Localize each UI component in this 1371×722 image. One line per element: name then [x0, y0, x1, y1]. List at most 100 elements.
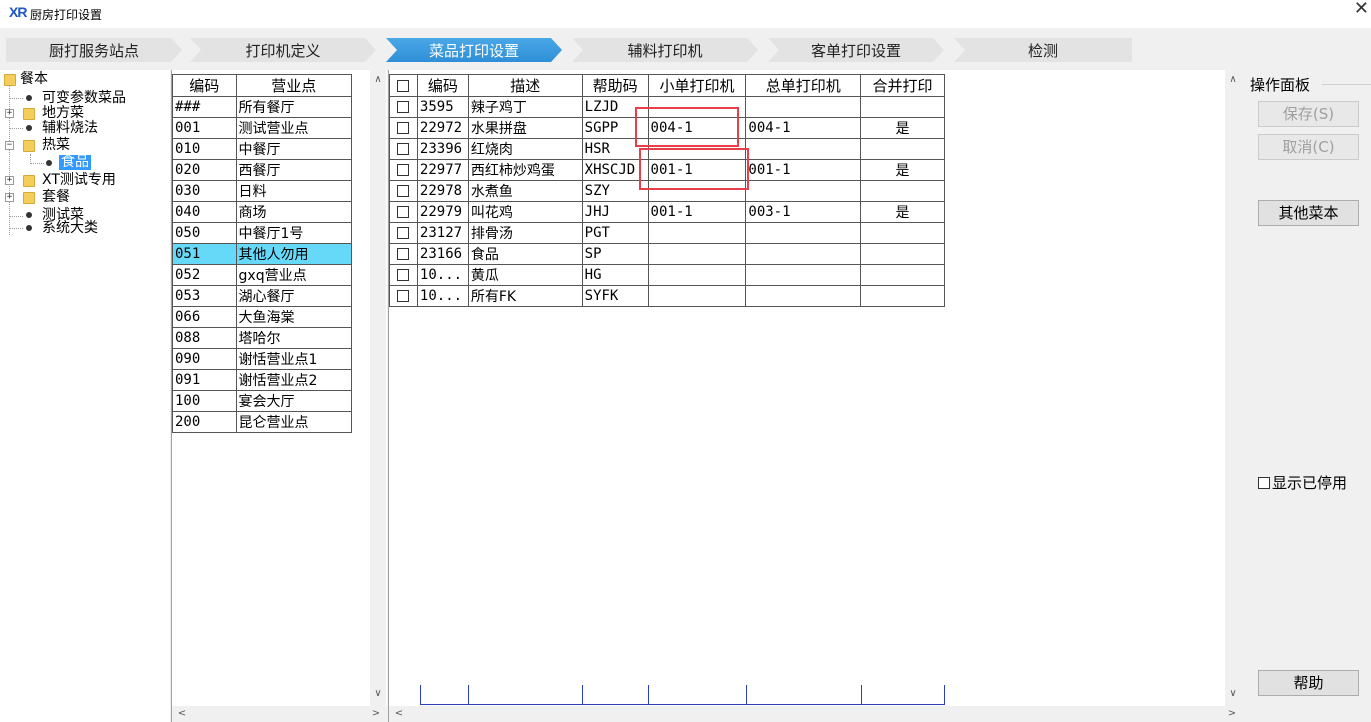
total-bill-printer-cell[interactable]: 004-1 — [745, 117, 862, 139]
row-checkbox[interactable] — [389, 117, 418, 139]
merge-print-cell[interactable]: 是 — [860, 159, 945, 181]
table-row[interactable]: 091 谢恬营业点2 — [172, 369, 353, 391]
table-row[interactable]: 10... 所有FK SYFK — [389, 285, 945, 307]
total-bill-printer-cell[interactable] — [745, 138, 862, 160]
table-row[interactable]: 200 昆仑营业点 — [172, 411, 353, 433]
total-bill-printer-cell[interactable] — [745, 243, 862, 265]
table-row[interactable]: ### 所有餐厅 — [172, 96, 353, 118]
small-bill-printer-cell[interactable] — [647, 222, 747, 244]
table-row[interactable]: 23127 排骨汤 PGT — [389, 222, 945, 244]
table-row[interactable]: 030 日料 — [172, 180, 353, 202]
total-bill-printer-cell[interactable] — [745, 264, 862, 286]
select-all-checkbox[interactable] — [389, 74, 418, 97]
total-bill-printer-cell[interactable]: 001-1 — [745, 159, 862, 181]
table-row[interactable]: 10... 黄瓜 HG — [389, 264, 945, 286]
column-header-merge-print[interactable]: 合并打印 — [860, 74, 945, 97]
tree-node-local-cuisine[interactable]: + 地方菜 — [0, 106, 84, 121]
tree-node-food[interactable]: 食品 — [0, 155, 91, 170]
total-bill-printer-cell[interactable] — [745, 180, 862, 202]
table-row[interactable]: 23166 食品 SP — [389, 243, 945, 265]
vertical-scrollbar[interactable]: ∧ ∨ — [1225, 70, 1241, 706]
total-bill-printer-cell[interactable] — [745, 285, 862, 307]
scroll-down-arrow-icon[interactable]: ∨ — [1225, 688, 1241, 699]
category-tree[interactable]: 餐本 可变参数菜品 + 地方菜 辅料烧法 − 热菜 食品 + XT测试专用 + … — [0, 70, 170, 722]
expand-plus-icon[interactable]: + — [5, 176, 14, 185]
row-checkbox[interactable] — [389, 138, 418, 160]
total-bill-printer-cell[interactable] — [745, 96, 862, 118]
table-row[interactable]: 053 湖心餐厅 — [172, 285, 353, 307]
new-row-strip[interactable] — [420, 685, 945, 705]
column-header-small-bill-printer[interactable]: 小单打印机 — [647, 74, 747, 97]
column-header-total-bill-printer[interactable]: 总单打印机 — [745, 74, 862, 97]
scroll-up-arrow-icon[interactable]: ∧ — [1225, 74, 1241, 85]
merge-print-cell[interactable] — [860, 138, 945, 160]
row-checkbox[interactable] — [389, 243, 418, 265]
tree-node-set-meal[interactable]: + 套餐 — [0, 190, 70, 205]
column-header-business-point[interactable]: 营业点 — [235, 74, 353, 97]
merge-print-cell[interactable] — [860, 264, 945, 286]
small-bill-printer-cell[interactable] — [647, 243, 747, 265]
tab-kitchen-print-stations[interactable]: 厨打服务站点 — [6, 38, 182, 62]
row-checkbox[interactable] — [389, 159, 418, 181]
table-row[interactable]: 22979 叫花鸡 JHJ 001-1 003-1 是 — [389, 201, 945, 223]
table-row[interactable]: 001 测试营业点 — [172, 117, 353, 139]
row-checkbox[interactable] — [389, 96, 418, 118]
tree-node-variable-dishes[interactable]: 可变参数菜品 — [0, 91, 126, 106]
collapse-minus-icon[interactable]: − — [5, 141, 14, 150]
small-bill-printer-cell[interactable] — [647, 264, 747, 286]
merge-print-cell[interactable] — [860, 243, 945, 265]
table-row[interactable]: 066 大鱼海棠 — [172, 306, 353, 328]
row-checkbox[interactable] — [389, 180, 418, 202]
row-checkbox[interactable] — [389, 285, 418, 307]
merge-print-cell[interactable] — [860, 285, 945, 307]
scroll-right-arrow-icon[interactable]: > — [368, 708, 384, 719]
column-header-code[interactable]: 编码 — [172, 74, 237, 97]
table-row[interactable]: 040 商场 — [172, 201, 353, 223]
table-row[interactable]: 100 宴会大厅 — [172, 390, 353, 412]
tab-detection[interactable]: 检测 — [954, 38, 1132, 62]
column-header-description[interactable]: 描述 — [467, 74, 583, 97]
small-bill-printer-cell[interactable]: 001-1 — [647, 201, 747, 223]
merge-print-cell[interactable]: 是 — [860, 201, 945, 223]
dish-print-grid[interactable]: 编码 描述 帮助码 小单打印机 总单打印机 合并打印 3595 辣子鸡丁 LZJD 2… — [388, 70, 1242, 722]
tab-ingredient-printer[interactable]: 辅料打印机 — [572, 38, 758, 62]
cancel-button[interactable]: 取消(C) — [1258, 134, 1359, 160]
table-row[interactable]: 020 西餐厅 — [172, 159, 353, 181]
vertical-scrollbar[interactable]: ∧ ∨ — [370, 70, 386, 706]
scroll-right-arrow-icon[interactable]: > — [1224, 708, 1240, 719]
tree-node-hot-dishes[interactable]: − 热菜 — [0, 138, 70, 153]
column-header-help-code[interactable]: 帮助码 — [581, 74, 649, 97]
tree-node-system-category[interactable]: 系统大类 — [0, 221, 98, 236]
tab-printer-definition[interactable]: 打印机定义 — [190, 38, 376, 62]
expand-plus-icon[interactable]: + — [5, 109, 14, 118]
table-row[interactable]: 052 gxq营业点 — [172, 264, 353, 286]
table-row[interactable]: 010 中餐厅 — [172, 138, 353, 160]
merge-print-cell[interactable] — [860, 96, 945, 118]
tab-dish-print-settings[interactable]: 菜品打印设置 — [386, 38, 562, 62]
expand-plus-icon[interactable]: + — [5, 193, 14, 202]
scroll-left-arrow-icon[interactable]: < — [391, 708, 407, 719]
scroll-up-arrow-icon[interactable]: ∧ — [370, 74, 386, 85]
tree-node-ingredient-method[interactable]: 辅料烧法 — [0, 121, 98, 136]
tree-node-root[interactable]: 餐本 — [0, 72, 48, 87]
table-row[interactable]: 050 中餐厅1号 — [172, 222, 353, 244]
close-button[interactable]: ✕ — [1354, 0, 1369, 19]
total-bill-printer-cell[interactable]: 003-1 — [745, 201, 862, 223]
column-header-code[interactable]: 编码 — [416, 74, 469, 97]
business-point-list[interactable]: 编码 营业点 ### 所有餐厅 001 测试营业点 010 中餐厅 020 西餐厅 030 日料 0… — [171, 70, 388, 722]
show-disabled-checkbox[interactable]: 显示已停用 — [1258, 472, 1347, 493]
scroll-down-arrow-icon[interactable]: ∨ — [370, 688, 386, 699]
table-row[interactable]: 051 其他人勿用 — [172, 243, 353, 265]
merge-print-cell[interactable] — [860, 222, 945, 244]
tree-node-xt-test[interactable]: + XT测试专用 — [0, 173, 116, 188]
horizontal-scrollbar[interactable]: < > — [172, 706, 388, 722]
help-button[interactable]: 帮助 — [1258, 670, 1359, 696]
other-dish-book-button[interactable]: 其他菜本 — [1258, 200, 1359, 226]
row-checkbox[interactable] — [389, 201, 418, 223]
row-checkbox[interactable] — [389, 222, 418, 244]
table-row[interactable]: 088 塔哈尔 — [172, 327, 353, 349]
merge-print-cell[interactable]: 是 — [860, 117, 945, 139]
total-bill-printer-cell[interactable] — [745, 222, 862, 244]
row-checkbox[interactable] — [389, 264, 418, 286]
horizontal-scrollbar[interactable]: < > — [389, 706, 1242, 722]
